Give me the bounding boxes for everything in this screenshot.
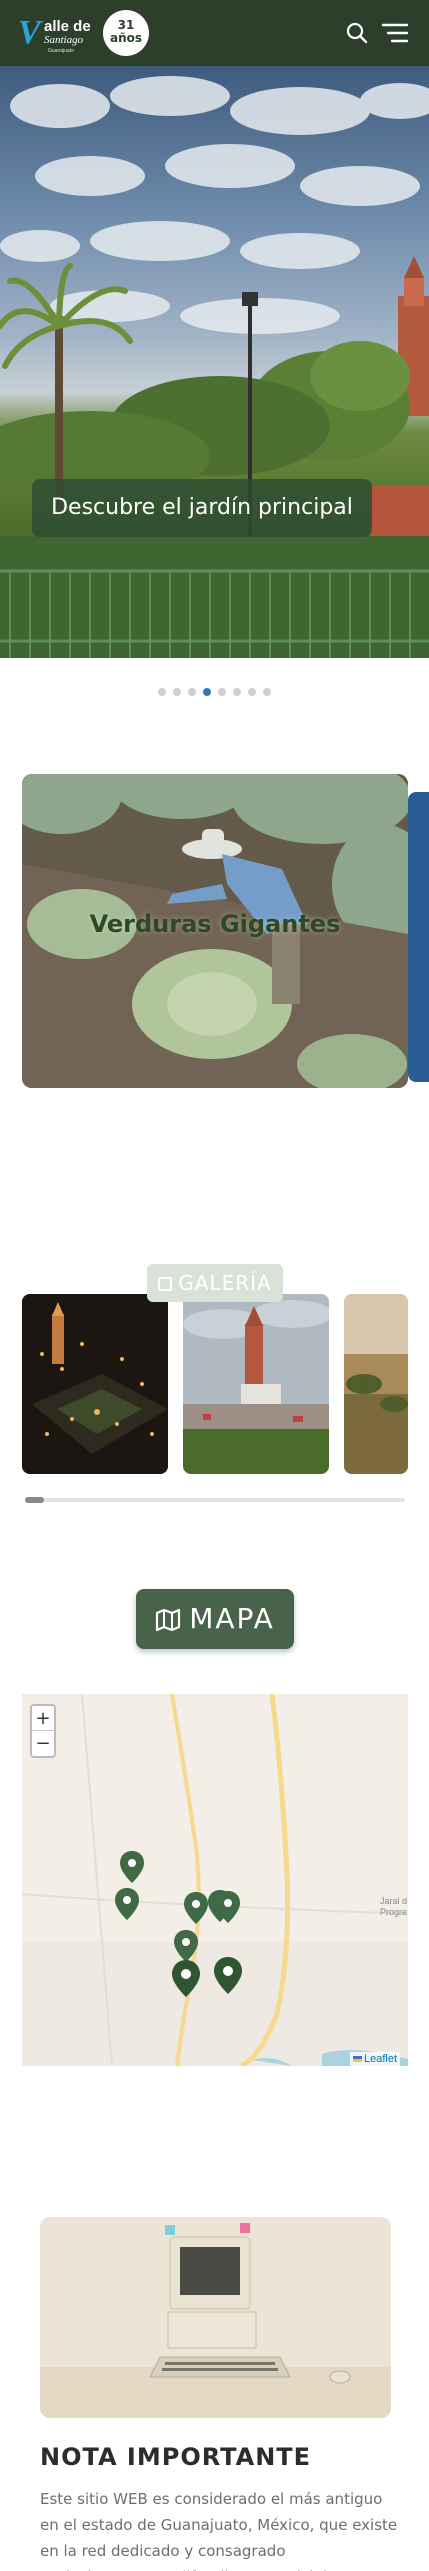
map-marker-icon[interactable] [174, 1930, 198, 1962]
gallery-scrollbar-thumb[interactable] [25, 1497, 44, 1503]
site-logo[interactable]: V alle de Santiago Guanajuato [18, 12, 100, 54]
gallery-item-night-plaza[interactable] [22, 1294, 168, 1474]
map-place-label-line1: Jaral d [380, 1896, 408, 1906]
leaflet-attribution[interactable]: Leaflet [350, 2052, 401, 2066]
map-place-label: Jaral d Progre [380, 1896, 407, 1918]
retro-computer-photo [40, 2217, 391, 2418]
logo-text-line1: alle de [44, 18, 91, 35]
map-zoom-control: + − [30, 1704, 56, 1758]
gallery-label-text: GALERÍA [178, 1271, 272, 1295]
page: V alle de Santiago Guanajuato 31 años De… [0, 0, 429, 2571]
gallery-scrollbar-track[interactable] [25, 1498, 405, 1502]
hero-garden-photo [0, 76, 429, 658]
map-button[interactable]: MAPA [136, 1589, 294, 1649]
gallery-icon [158, 1277, 173, 1291]
hero-caption[interactable]: Descubre el jardín principal [32, 479, 372, 537]
map-marker-icon[interactable] [214, 1957, 242, 1994]
slide-dot[interactable] [263, 688, 271, 696]
gallery-label[interactable]: GALERÍA [147, 1264, 283, 1302]
map-icon [156, 1608, 181, 1632]
zoom-in-button[interactable]: + [32, 1706, 54, 1731]
slide-dot[interactable] [233, 688, 241, 696]
note-image [40, 2217, 391, 2418]
map-marker-icon[interactable] [172, 1960, 200, 1997]
gallery-item-countryside[interactable] [344, 1294, 408, 1474]
next-feature-card-peek[interactable] [408, 792, 429, 1082]
logo-tagline: Guanajuato [48, 48, 74, 54]
logo-text-line2: Santiago [44, 34, 84, 46]
slide-dot[interactable] [188, 688, 196, 696]
map-button-label: MAPA [189, 1602, 275, 1635]
map-marker-icon[interactable] [184, 1892, 208, 1924]
map-marker-icon[interactable] [120, 1851, 144, 1883]
slide-dot[interactable] [173, 688, 181, 696]
anniversary-badge: 31 años [103, 10, 149, 56]
slide-dot[interactable] [158, 688, 166, 696]
map-markers [115, 1851, 242, 1997]
hamburger-menu-icon[interactable] [381, 22, 409, 44]
badge-unit: años [109, 31, 143, 45]
feature-card[interactable]: Verduras Gigantes [22, 774, 408, 1088]
zoom-out-button[interactable]: − [32, 1731, 54, 1756]
ukraine-flag-icon [353, 2056, 362, 2062]
search-icon[interactable] [344, 20, 370, 46]
map-marker-icon[interactable] [115, 1888, 139, 1920]
gallery-church-plaza-photo [183, 1294, 329, 1474]
logo-v-mark: V [18, 14, 41, 51]
map-place-label-line2: Progre [380, 1907, 408, 1917]
feature-title[interactable]: Verduras Gigantes [22, 910, 408, 938]
leaflet-attribution-link[interactable]: Leaflet [364, 2053, 397, 2065]
slide-dot-active[interactable] [203, 688, 211, 696]
gallery-night-plaza-photo [22, 1294, 168, 1474]
gallery-item-church-plaza[interactable] [183, 1294, 329, 1474]
hero-slider[interactable]: Descubre el jardín principal [0, 66, 429, 658]
site-header: V alle de Santiago Guanajuato 31 años [0, 0, 429, 66]
gallery-countryside-photo [344, 1294, 408, 1474]
hero-pagination [0, 688, 429, 698]
slide-dot[interactable] [248, 688, 256, 696]
slide-dot[interactable] [218, 688, 226, 696]
note-body: Este sitio WEB es considerado el más ant… [40, 2490, 398, 2571]
leaflet-map[interactable] [22, 1694, 408, 2066]
note-title: NOTA IMPORTANTE [40, 2443, 312, 2471]
